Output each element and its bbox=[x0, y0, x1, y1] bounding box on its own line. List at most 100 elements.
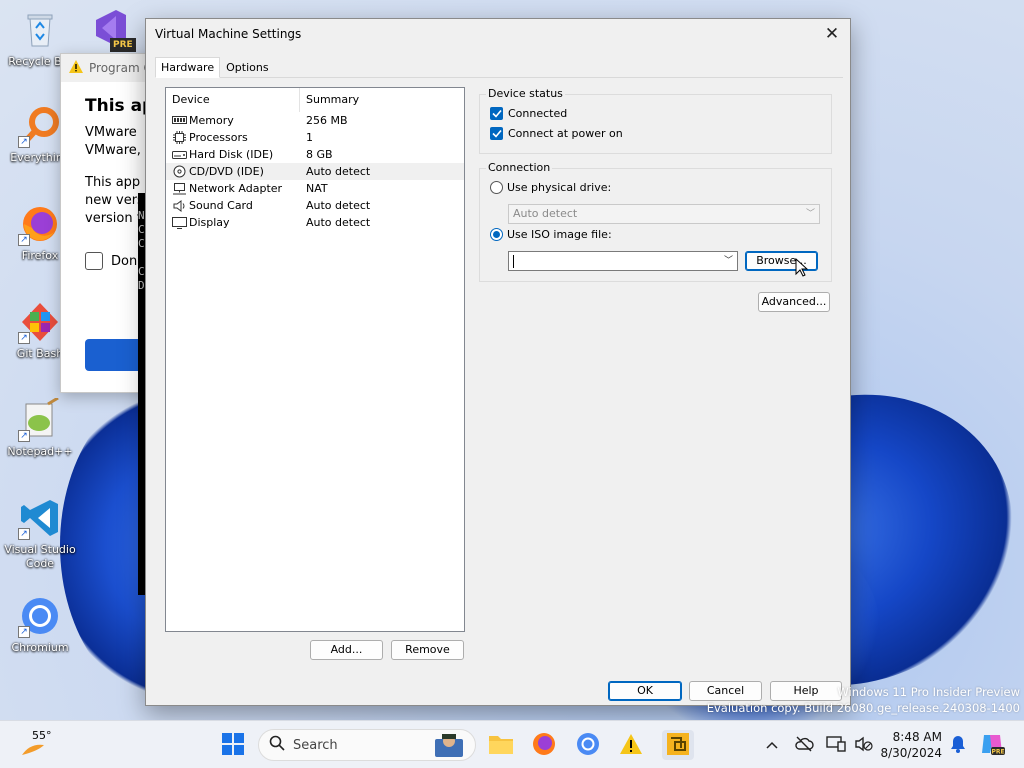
text-line: new vers bbox=[85, 193, 144, 208]
taskbar-search[interactable]: Search bbox=[258, 729, 476, 761]
device-name: Display bbox=[189, 216, 230, 229]
desktop-icon-label: Chromium bbox=[11, 641, 69, 654]
column-header-summary[interactable]: Summary bbox=[300, 88, 359, 112]
text-line: version t bbox=[85, 211, 142, 226]
pre-badge: PRE bbox=[110, 38, 136, 52]
search-placeholder: Search bbox=[293, 737, 338, 753]
notifications-button[interactable] bbox=[944, 731, 972, 759]
checkbox-label: Don bbox=[111, 253, 138, 269]
start-button[interactable] bbox=[219, 731, 247, 759]
connect-at-power-on-checkbox[interactable]: Connect at power on bbox=[490, 127, 623, 140]
device-row-memory[interactable]: Memory 256 MB bbox=[166, 112, 464, 129]
chevron-down-icon: ﹀ bbox=[723, 256, 733, 266]
device-list-header: Device Summary bbox=[166, 87, 464, 112]
taskbar-vmware[interactable] bbox=[662, 730, 694, 760]
tray-display[interactable] bbox=[822, 731, 850, 759]
hardware-tab-panel: Device Summary Memory 256 MB Processors … bbox=[155, 77, 843, 671]
device-name: Sound Card bbox=[189, 199, 253, 212]
add-device-button[interactable]: Add... bbox=[310, 640, 383, 660]
physical-drive-select[interactable]: Auto detect ﹀ bbox=[508, 204, 820, 224]
select-value: Auto detect bbox=[513, 207, 578, 220]
close-icon: ✕ bbox=[824, 24, 840, 44]
chromium-icon: ↗ bbox=[18, 594, 62, 638]
device-summary: Auto detect bbox=[306, 216, 371, 229]
watermark-line: Windows 11 Pro Insider Preview bbox=[837, 685, 1020, 699]
connected-checkbox[interactable]: Connected bbox=[490, 107, 567, 120]
window-title: Program C bbox=[89, 61, 152, 75]
column-header-device[interactable]: Device bbox=[166, 87, 300, 112]
network-adapter-icon bbox=[172, 182, 187, 195]
chevron-down-icon: ﹀ bbox=[805, 209, 815, 219]
device-row-hard-disk[interactable]: Hard Disk (IDE) 8 GB bbox=[166, 146, 464, 163]
weather-widget[interactable]: 55° bbox=[18, 727, 58, 763]
device-summary: 1 bbox=[306, 131, 313, 144]
windows-watermark: Windows 11 Pro Insider Preview Evaluatio… bbox=[707, 684, 1020, 716]
remove-device-button[interactable]: Remove bbox=[391, 640, 464, 660]
taskbar-warning-app[interactable] bbox=[617, 731, 645, 759]
desktop-icon-label: Git Bash bbox=[16, 347, 64, 360]
weather-icon bbox=[20, 741, 46, 762]
radio-indicator bbox=[490, 228, 503, 241]
text-line: VMware bbox=[85, 125, 137, 140]
device-summary: NAT bbox=[306, 182, 328, 195]
search-icon bbox=[269, 735, 285, 755]
device-row-sound-card[interactable]: Sound Card Auto detect bbox=[166, 197, 464, 214]
desktop-icon-label: Notepad++ bbox=[7, 445, 73, 458]
radio-label: Use physical drive: bbox=[507, 181, 612, 194]
show-hidden-icons-button[interactable] bbox=[758, 731, 786, 759]
taskbar-chromium[interactable] bbox=[574, 731, 602, 759]
copilot-icon: PRE bbox=[979, 731, 1005, 760]
device-list[interactable]: Device Summary Memory 256 MB Processors … bbox=[165, 87, 465, 632]
device-summary: 256 MB bbox=[306, 114, 348, 127]
use-iso-image-radio[interactable]: Use ISO image file: bbox=[490, 228, 612, 241]
cd-dvd-icon bbox=[172, 165, 187, 178]
device-status-group: Device status Connected Connect at power… bbox=[479, 87, 832, 154]
device-row-display[interactable]: Display Auto detect bbox=[166, 214, 464, 231]
hard-disk-icon bbox=[172, 148, 187, 161]
tray-volume[interactable] bbox=[850, 731, 878, 759]
iso-image-path-input[interactable]: ﹀ bbox=[508, 251, 738, 271]
git-bash-icon: ↗ bbox=[18, 300, 62, 344]
ok-button[interactable]: OK bbox=[608, 681, 682, 701]
desktop-icon-notepad-plus-plus[interactable]: ↗ Notepad++ bbox=[2, 396, 78, 459]
device-name: Network Adapter bbox=[189, 182, 283, 195]
group-legend: Device status bbox=[486, 87, 565, 100]
taskbar-file-explorer[interactable] bbox=[487, 731, 515, 759]
desktop-icon-visual-studio[interactable]: PRE bbox=[80, 6, 140, 53]
device-name: Processors bbox=[189, 131, 248, 144]
advanced-button[interactable]: Advanced... bbox=[758, 292, 830, 312]
chevron-up-icon bbox=[766, 739, 778, 752]
desktop-icon-vscode[interactable]: ↗ Visual Studio Code bbox=[2, 496, 78, 571]
device-row-processors[interactable]: Processors 1 bbox=[166, 129, 464, 146]
desktop-icon-chromium[interactable]: ↗ Chromium bbox=[2, 594, 78, 655]
firefox-icon: ↗ bbox=[18, 202, 62, 246]
text-caret bbox=[513, 254, 514, 268]
sound-card-icon bbox=[172, 199, 187, 212]
device-summary: Auto detect bbox=[306, 199, 371, 212]
copilot-button[interactable]: PRE bbox=[978, 731, 1006, 759]
taskbar-clock[interactable]: 8:48 AM 8/30/2024 bbox=[880, 729, 942, 761]
group-legend: Connection bbox=[486, 161, 553, 174]
close-button[interactable]: ✕ bbox=[820, 24, 844, 46]
memory-icon bbox=[172, 114, 187, 127]
use-physical-drive-radio[interactable]: Use physical drive: bbox=[490, 181, 611, 194]
clock-time: 8:48 AM bbox=[892, 730, 942, 744]
tab-hardware[interactable]: Hardware bbox=[155, 57, 221, 78]
checkbox-label: Connect at power on bbox=[508, 127, 623, 140]
chromium-icon bbox=[576, 732, 600, 759]
windows-logo-icon bbox=[222, 732, 244, 758]
device-row-network-adapter[interactable]: Network Adapter NAT bbox=[166, 180, 464, 197]
device-row-cd-dvd[interactable]: CD/DVD (IDE) Auto detect bbox=[166, 163, 464, 180]
checkmark-icon bbox=[490, 107, 503, 120]
device-name: CD/DVD (IDE) bbox=[189, 165, 264, 178]
taskbar-firefox[interactable] bbox=[530, 731, 558, 759]
display-icon bbox=[172, 216, 187, 229]
tab-options[interactable]: Options bbox=[220, 57, 274, 78]
tray-network-status[interactable] bbox=[790, 731, 818, 759]
cloud-off-icon bbox=[794, 736, 814, 755]
warning-icon bbox=[69, 60, 83, 76]
warning-icon bbox=[619, 733, 643, 758]
speaker-muted-icon bbox=[854, 736, 874, 755]
desktop-icon-label: Firefox bbox=[21, 249, 59, 262]
dont-show-checkbox[interactable] bbox=[85, 252, 103, 270]
